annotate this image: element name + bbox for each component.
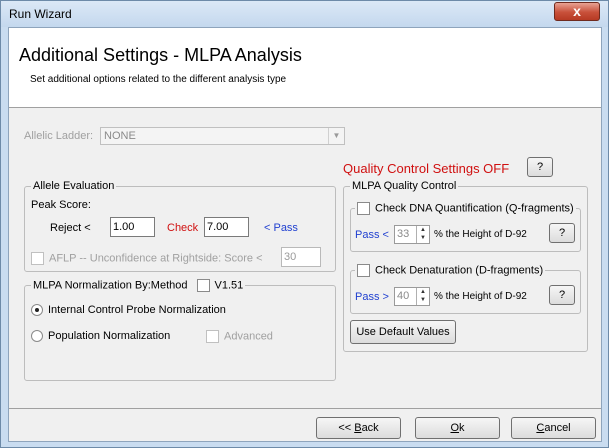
reject-score-input[interactable]: 1.00 (110, 217, 155, 237)
dna-quant-legend[interactable]: Check DNA Quantification (Q-fragments) (355, 202, 576, 215)
mlpa-qc-legend: MLPA Quality Control (350, 180, 459, 192)
normalization-legend-text: MLPA Normalization By:Method (33, 279, 188, 292)
close-button[interactable]: x (554, 2, 600, 21)
reject-label: Reject < (50, 222, 91, 234)
advanced-row[interactable]: Advanced (206, 330, 273, 343)
internal-control-label: Internal Control Probe Normalization (48, 304, 226, 316)
check-label: Check (167, 222, 199, 234)
allele-evaluation-legend: Allele Evaluation (31, 180, 117, 192)
denaturation-pass-label: Pass > (355, 291, 389, 303)
spinner-arrows-icon[interactable]: ▲ ▼ (416, 288, 429, 305)
population-radio[interactable] (31, 330, 43, 343)
advanced-checkbox[interactable] (206, 330, 219, 343)
qc-settings-help-button[interactable]: ? (527, 157, 553, 177)
back-mnemonic: B (354, 422, 362, 434)
use-default-values-button[interactable]: Use Default Values (350, 320, 456, 344)
pass-label: < Pass (264, 222, 298, 234)
ok-button[interactable]: Ok (415, 417, 500, 439)
population-row[interactable]: Population Normalization (31, 330, 171, 343)
dna-quant-spinner[interactable]: 33 ▲ ▼ (394, 225, 430, 244)
footer-divider (9, 408, 601, 409)
back-rest: ack (361, 422, 379, 434)
advanced-label: Advanced (224, 330, 273, 343)
header-panel: Additional Settings - MLPA Analysis Set … (9, 28, 601, 108)
check-score-input[interactable]: 7.00 (204, 217, 249, 237)
wizard-client-area: Additional Settings - MLPA Analysis Set … (8, 27, 602, 442)
denaturation-checkbox[interactable] (357, 264, 370, 277)
chevron-down-icon: ▼ (328, 128, 344, 144)
denaturation-legend[interactable]: Check Denaturation (D-fragments) (355, 264, 546, 277)
normalization-version-label: V1.51 (214, 279, 244, 292)
dna-quant-pass-label: Pass < (355, 229, 389, 241)
allelic-ladder-dropdown[interactable]: NONE ▼ (100, 127, 345, 145)
back-prefix: << (338, 422, 355, 434)
dna-quant-suffix: % the Height of D-92 (434, 229, 527, 240)
window-title: Run Wizard (9, 7, 72, 21)
aflp-label: AFLP -- Unconfidence at Rightside: Score… (49, 252, 263, 265)
cancel-rest: ancel (544, 422, 571, 434)
back-button[interactable]: << Back (316, 417, 401, 439)
run-wizard-window: Run Wizard x Additional Settings - MLPA … (0, 0, 609, 448)
denaturation-suffix: % the Height of D-92 (434, 291, 527, 302)
denaturation-help-button[interactable]: ? (549, 285, 575, 305)
page-subtitle: Set additional options related to the di… (30, 74, 287, 85)
qc-settings-status: Quality Control Settings OFF (343, 161, 510, 176)
denaturation-label: Check Denaturation (D-fragments) (375, 264, 544, 277)
normalization-version-checkbox[interactable] (196, 279, 210, 292)
ok-rest: k (459, 422, 465, 434)
dna-quant-help-button[interactable]: ? (549, 223, 575, 243)
dna-quant-value: 33 (397, 228, 410, 240)
denaturation-value: 40 (397, 290, 410, 302)
allelic-ladder-label: Allelic Ladder: (24, 130, 94, 142)
title-bar: Run Wizard x (1, 1, 608, 27)
dna-quant-checkbox[interactable] (357, 202, 370, 215)
ok-mnemonic: O (450, 422, 460, 434)
aflp-checkbox[interactable] (31, 252, 44, 265)
internal-control-row[interactable]: Internal Control Probe Normalization (31, 304, 226, 317)
allelic-ladder-value: NONE (104, 130, 136, 142)
spinner-arrows-icon[interactable]: ▲ ▼ (416, 226, 429, 243)
denaturation-spinner[interactable]: 40 ▲ ▼ (394, 287, 430, 306)
normalization-legend: MLPA Normalization By:Method V1.51 (31, 279, 246, 292)
cancel-button[interactable]: Cancel (511, 417, 596, 439)
aflp-score-input[interactable]: 30 (281, 247, 321, 267)
peak-score-label: Peak Score: (31, 199, 91, 211)
dna-quant-label: Check DNA Quantification (Q-fragments) (375, 202, 574, 215)
aflp-row[interactable]: AFLP -- Unconfidence at Rightside: Score… (31, 252, 263, 265)
internal-control-radio[interactable] (31, 304, 43, 317)
page-title: Additional Settings - MLPA Analysis (19, 45, 302, 65)
population-label: Population Normalization (48, 330, 171, 342)
